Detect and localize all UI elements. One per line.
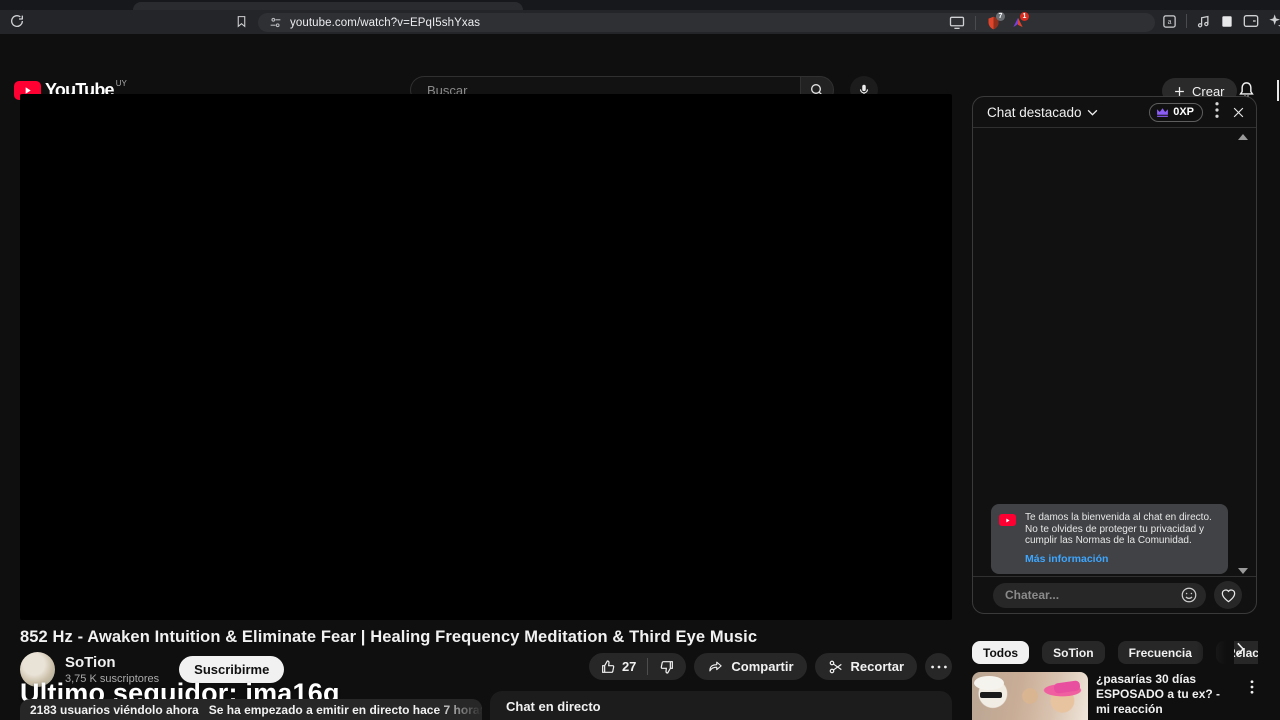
chat-options-icon[interactable] (1215, 101, 1219, 123)
chat-mode-label: Chat destacado (987, 104, 1082, 120)
cast-screen-icon[interactable] (949, 16, 965, 29)
thumbs-down-icon (661, 660, 674, 674)
recommended-thumbnail[interactable] (972, 672, 1088, 720)
live-chat-section-label: Chat en directo (506, 699, 601, 714)
chips-scroll-right-icon[interactable] (1236, 642, 1245, 661)
like-button[interactable]: 27 (589, 659, 647, 675)
dislike-button[interactable] (648, 659, 686, 675)
chat-header: Chat destacado 0XP (973, 97, 1256, 128)
video-actions: 27 Compartir Recortar (588, 653, 952, 680)
svg-text:a: a (1168, 19, 1172, 26)
chat-mode-selector[interactable]: Chat destacado (987, 105, 1098, 120)
share-label: Compartir (731, 659, 794, 674)
clip-button[interactable]: Recortar (814, 653, 917, 680)
media-control-icon[interactable] (1196, 14, 1211, 29)
scissors-icon (829, 660, 842, 673)
chat-scroll-up-arrow[interactable] (1238, 134, 1248, 140)
recommended-options-icon[interactable] (1250, 680, 1254, 699)
emoji-icon[interactable] (1180, 586, 1198, 604)
clip-label: Recortar (850, 659, 904, 674)
live-chat-panel: Chat destacado 0XP Te damos la bienvenid… (972, 96, 1257, 614)
more-info-link[interactable]: Más información (1025, 553, 1218, 566)
chip-sotion[interactable]: SoTion (1042, 641, 1105, 664)
description-bar[interactable]: 2183 usuarios viéndolo ahora Se ha empez… (20, 699, 482, 720)
reload-icon[interactable] (9, 13, 25, 29)
chat-input-box[interactable] (993, 582, 1206, 608)
sparkle-ai-icon[interactable] (1268, 13, 1280, 29)
site-settings-icon[interactable] (269, 16, 282, 29)
toolbar-separator (1186, 14, 1187, 28)
chat-close-icon[interactable] (1231, 105, 1246, 120)
like-count: 27 (621, 659, 637, 674)
browser-toolbar: youtube.com/watch?v=EPqI5shYxas 7 1 a (0, 10, 1280, 34)
recommended-video[interactable]: ¿pasarías 30 días ESPOSADO a tu ex? - mi… (972, 672, 1258, 720)
chat-welcome-message: Te damos la bienvenida al chat en direct… (991, 504, 1228, 574)
crown-icon (1156, 107, 1169, 117)
thumbnail-decoration (974, 676, 1004, 690)
thumbnail-decoration (980, 692, 1002, 698)
adblock-shield-icon[interactable]: 7 (986, 11, 1005, 31)
url-bar[interactable]: youtube.com/watch?v=EPqI5shYxas 7 1 (258, 11, 1155, 32)
channel-name[interactable]: SoTion (65, 654, 159, 671)
country-code: UY (115, 79, 127, 88)
text-cursor (1277, 80, 1279, 101)
more-actions-button[interactable] (925, 653, 952, 680)
chip-todos[interactable]: Todos (972, 641, 1030, 664)
recommended-title[interactable]: ¿pasarías 30 días ESPOSADO a tu ex? - mi… (1096, 672, 1234, 717)
share-button[interactable]: Compartir (694, 653, 807, 680)
heart-icon (1221, 588, 1235, 602)
wallet-icon[interactable] (1243, 14, 1259, 28)
description-fade (436, 699, 482, 720)
live-chat-section: Chat en directo (490, 691, 952, 720)
reader-a-icon[interactable]: a (1162, 14, 1177, 29)
chip-frecuencia[interactable]: Frecuencia (1117, 641, 1203, 664)
share-icon (709, 661, 723, 672)
shield-badge-count: 7 (996, 11, 1005, 21)
url-text[interactable]: youtube.com/watch?v=EPqI5shYxas (290, 17, 480, 29)
extension-pin-icon[interactable]: 1 (1011, 12, 1029, 30)
urlbar-separator (975, 15, 976, 30)
video-player[interactable] (20, 94, 952, 620)
sidebar-panel-icon[interactable] (1220, 14, 1234, 29)
chat-input[interactable] (1005, 588, 1180, 602)
like-dislike-pill: 27 (588, 653, 687, 680)
xp-badge-label: 0XP (1173, 106, 1194, 118)
welcome-text: Te damos la bienvenida al chat en direct… (1025, 512, 1212, 546)
browser-active-tab[interactable] (133, 2, 523, 10)
thumbs-up-icon (602, 659, 615, 673)
chevron-down-icon (1087, 109, 1097, 116)
chat-input-row (973, 576, 1256, 613)
bookmark-icon[interactable] (235, 14, 248, 29)
video-title: 852 Hz - Awaken Intuition & Eliminate Fe… (20, 628, 758, 646)
youtube-mini-icon (999, 514, 1016, 526)
chips-fade (1196, 639, 1234, 666)
viewers-count: 2183 usuarios viéndolo ahora (30, 702, 199, 717)
pin-badge-count: 1 (1020, 12, 1029, 21)
super-thanks-heart-button[interactable] (1214, 581, 1242, 609)
ellipsis-icon (930, 665, 947, 668)
chat-scroll-down-arrow[interactable] (1238, 568, 1248, 574)
screen: youtube.com/watch?v=EPqI5shYxas 7 1 a Yo… (0, 0, 1280, 720)
browser-tab-strip (0, 0, 1280, 10)
thumbnail-decoration (1053, 680, 1081, 694)
youtube-header: YouTube UY Crear (0, 34, 1280, 104)
xp-badge[interactable]: 0XP (1149, 102, 1203, 122)
